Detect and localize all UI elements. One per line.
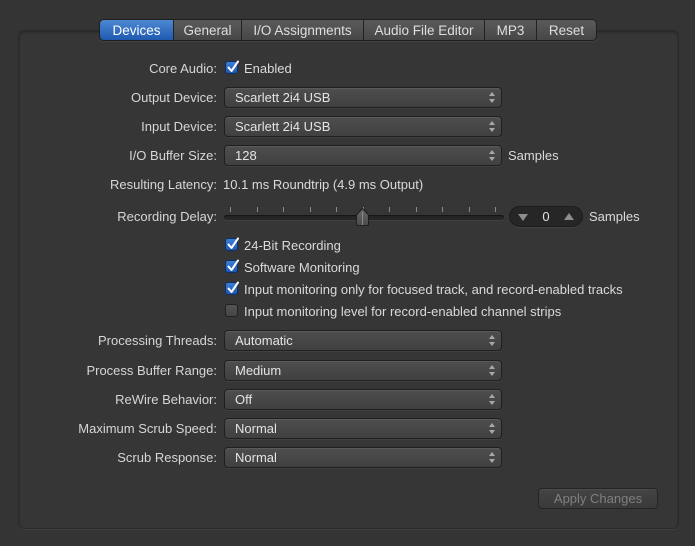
slider-tick (283, 207, 284, 212)
tab-audio-file-editor[interactable]: Audio File Editor (364, 20, 485, 40)
io-buffer-size-unit: Samples (508, 148, 559, 163)
updown-arrows-icon (489, 451, 495, 464)
24-bit-recording-label[interactable]: 24-Bit Recording (244, 238, 341, 253)
checkmark-icon (227, 259, 239, 271)
processing-threads-value: Automatic (235, 333, 293, 348)
updown-arrows-icon (489, 149, 495, 162)
updown-arrows-icon (489, 422, 495, 435)
input-monitoring-level-checkbox[interactable] (225, 304, 238, 317)
scrub-response-label: Scrub Response: (117, 450, 217, 465)
recording-delay-slider-thumb[interactable] (355, 207, 370, 227)
output-device-select[interactable]: Scarlett 2i4 USB (224, 87, 502, 108)
slider-tick (416, 207, 417, 212)
input-monitoring-focused-checkbox[interactable] (225, 281, 239, 295)
max-scrub-speed-label: Maximum Scrub Speed: (78, 421, 217, 436)
core-audio-enabled-checkbox[interactable] (225, 60, 239, 74)
checkmark-icon (227, 237, 239, 249)
slider-tick (495, 207, 496, 212)
updown-arrows-icon (489, 364, 495, 377)
recording-delay-label: Recording Delay: (117, 209, 217, 224)
core-audio-enabled-label[interactable]: Enabled (244, 61, 292, 76)
updown-arrows-icon (489, 334, 495, 347)
io-buffer-size-label: I/O Buffer Size: (129, 148, 217, 163)
process-buffer-range-value: Medium (235, 363, 282, 378)
input-monitoring-focused-label[interactable]: Input monitoring only for focused track,… (244, 282, 623, 297)
rewire-behavior-label: ReWire Behavior: (115, 392, 217, 407)
core-audio-label: Core Audio: (149, 61, 217, 76)
rewire-behavior-value: Off (235, 392, 253, 407)
input-device-value: Scarlett 2i4 USB (235, 119, 331, 134)
input-monitoring-level-label[interactable]: Input monitoring level for record-enable… (244, 304, 561, 319)
recording-delay-unit: Samples (589, 209, 640, 224)
max-scrub-speed-select[interactable]: Normal (224, 418, 502, 439)
increment-arrow-icon[interactable] (564, 213, 574, 220)
slider-tick (469, 207, 470, 212)
rewire-behavior-select[interactable]: Off (224, 389, 502, 410)
tab-reset[interactable]: Reset (537, 20, 596, 40)
tab-general[interactable]: General (174, 20, 242, 40)
recording-delay-stepper[interactable]: 0 (509, 206, 583, 227)
input-device-select[interactable]: Scarlett 2i4 USB (224, 116, 502, 137)
tab-devices[interactable]: Devices (100, 20, 174, 40)
scrub-response-select[interactable]: Normal (224, 447, 502, 468)
tab-io-assignments[interactable]: I/O Assignments (242, 20, 364, 40)
24-bit-recording-checkbox[interactable] (225, 237, 239, 251)
resulting-latency-value: 10.1 ms Roundtrip (4.9 ms Output) (223, 177, 424, 192)
process-buffer-range-select[interactable]: Medium (224, 360, 502, 381)
io-buffer-size-value: 128 (235, 148, 257, 163)
output-device-label: Output Device: (131, 90, 217, 105)
scrub-response-value: Normal (235, 450, 277, 465)
slider-tick (257, 207, 258, 212)
slider-tick (336, 207, 337, 212)
slider-tick (389, 207, 390, 212)
processing-threads-select[interactable]: Automatic (224, 330, 502, 351)
processing-threads-label: Processing Threads: (98, 333, 217, 348)
resulting-latency-label: Resulting Latency: (110, 177, 217, 192)
preferences-tab-bar: Devices General I/O Assignments Audio Fi… (99, 19, 597, 41)
slider-tick (310, 207, 311, 212)
input-device-label: Input Device: (141, 119, 217, 134)
output-device-value: Scarlett 2i4 USB (235, 90, 331, 105)
updown-arrows-icon (489, 393, 495, 406)
apply-changes-button[interactable]: Apply Changes (538, 488, 658, 509)
process-buffer-range-label: Process Buffer Range: (86, 363, 217, 378)
max-scrub-speed-value: Normal (235, 421, 277, 436)
slider-tick (442, 207, 443, 212)
updown-arrows-icon (489, 120, 495, 133)
io-buffer-size-select[interactable]: 128 (224, 145, 502, 166)
slider-tick (230, 207, 231, 212)
software-monitoring-checkbox[interactable] (225, 259, 239, 273)
software-monitoring-label[interactable]: Software Monitoring (244, 260, 360, 275)
tab-mp3[interactable]: MP3 (485, 20, 537, 40)
updown-arrows-icon (489, 91, 495, 104)
checkmark-icon (227, 281, 239, 293)
checkmark-icon (227, 60, 239, 72)
